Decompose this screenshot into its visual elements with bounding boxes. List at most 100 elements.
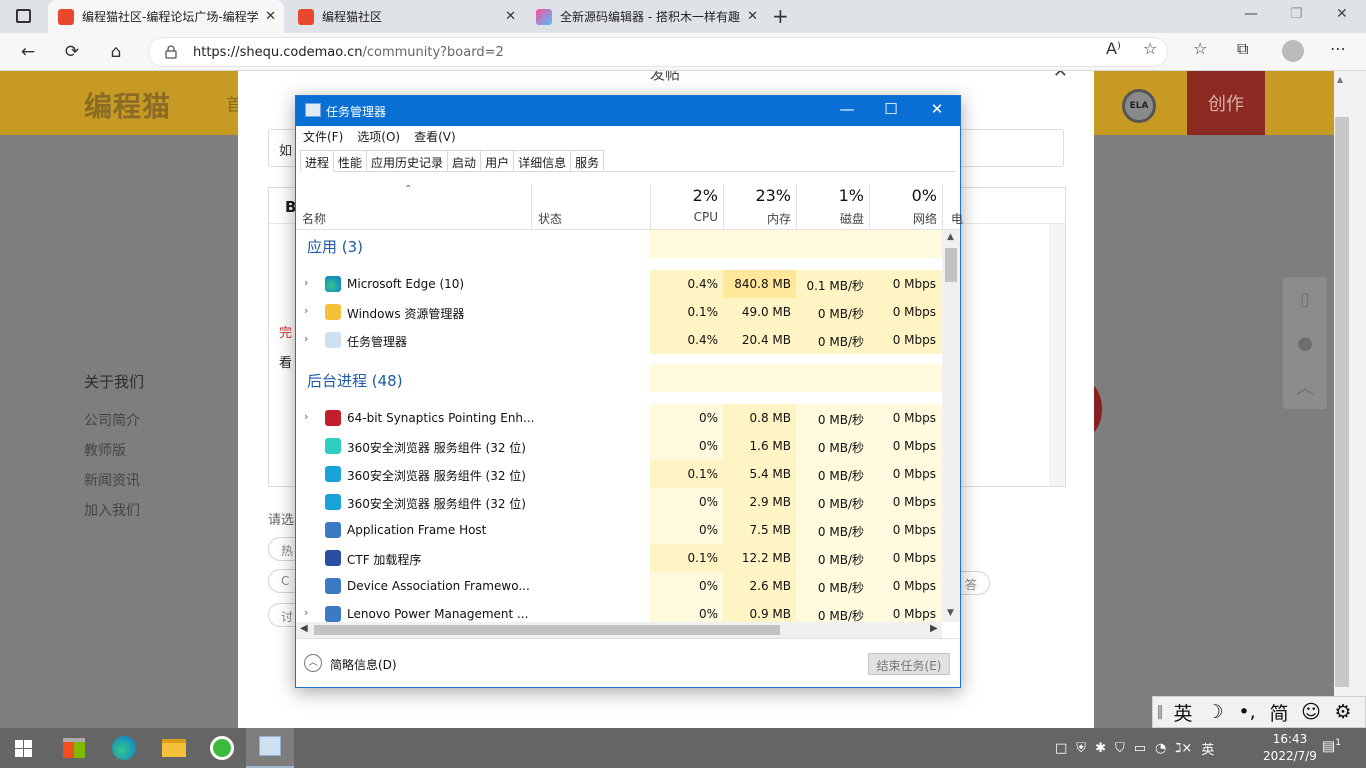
- read-aloud-icon[interactable]: A⁾: [1106, 39, 1121, 58]
- task-manager-titlebar[interactable]: 任务管理器 — ☐ ✕: [296, 96, 960, 126]
- close-window-icon[interactable]: ✕: [922, 100, 952, 118]
- phone-icon[interactable]: ▯: [1283, 277, 1327, 321]
- tab-processes[interactable]: 进程: [300, 150, 335, 172]
- process-row[interactable]: 360安全浏览器 服务组件 (32 位) 0% 2.9 MB 0 MB/秒 0 Mbps: [296, 488, 942, 516]
- page-scrollbar-thumb[interactable]: [1335, 117, 1349, 687]
- restore-icon[interactable]: ❐: [1290, 6, 1303, 22]
- expand-chevron-icon[interactable]: ›: [304, 276, 308, 289]
- ime-emoji-icon[interactable]: ☺: [1295, 701, 1327, 723]
- process-row[interactable]: › Windows 资源管理器 0.1% 49.0 MB 0 MB/秒 0 Mbps: [296, 298, 942, 326]
- minimize-icon[interactable]: —: [832, 100, 862, 118]
- fewer-details-icon[interactable]: ︿: [304, 654, 322, 672]
- tab-users[interactable]: 用户: [480, 150, 515, 171]
- ime-language-toggle[interactable]: 英: [1167, 699, 1199, 726]
- tab-actions-icon[interactable]: [16, 9, 31, 23]
- fewer-details-link[interactable]: 简略信息(D): [330, 656, 397, 673]
- process-list-vscrollbar[interactable]: ▲ ▼: [942, 230, 960, 622]
- process-row[interactable]: › 任务管理器 0.4% 20.4 MB 0 MB/秒 0 Mbps: [296, 326, 942, 354]
- tab-source-editor[interactable]: 全新源码编辑器 - 搭积木一样有趣 ✕: [526, 0, 766, 33]
- taskbar-clock[interactable]: 16:43 2022/7/9: [1260, 731, 1320, 765]
- process-row[interactable]: Application Frame Host 0% 7.5 MB 0 MB/秒 0 Mb…: [296, 516, 942, 544]
- notification-bell-icon[interactable]: ●: [1283, 321, 1327, 365]
- process-row[interactable]: › 64-bit Synaptics Pointing Enh... 0% 0.8 M…: [296, 404, 942, 432]
- column-status[interactable]: 状态: [531, 184, 651, 230]
- favorites-icon[interactable]: ☆: [1193, 39, 1207, 58]
- ime-punctuation-icon[interactable]: •,: [1231, 701, 1263, 723]
- page-scrollbar[interactable]: ▲: [1334, 71, 1366, 728]
- scroll-up-icon[interactable]: ▲: [1337, 75, 1343, 84]
- input-language-indicator[interactable]: 英: [1201, 739, 1214, 758]
- bluetooth-icon[interactable]: ✱: [1095, 741, 1106, 756]
- battery-icon[interactable]: ▭: [1134, 741, 1146, 756]
- volume-icon[interactable]: ℷ×: [1175, 741, 1192, 756]
- tray-icon[interactable]: □: [1055, 741, 1067, 756]
- ime-moon-icon[interactable]: ☽: [1199, 701, 1231, 723]
- menu-view[interactable]: 查看(V): [407, 126, 463, 146]
- file-explorer-icon[interactable]: [160, 734, 188, 762]
- ime-settings-icon[interactable]: ⚙: [1327, 701, 1359, 723]
- home-icon[interactable]: ⌂: [105, 41, 127, 63]
- expand-chevron-icon[interactable]: ›: [304, 606, 308, 619]
- wifi-icon[interactable]: ◔: [1155, 741, 1166, 756]
- tab-codemao-community[interactable]: 编程猫社区 ✕: [288, 0, 524, 33]
- url-text[interactable]: https://shequ.codemao.cn/community?board…: [193, 45, 504, 60]
- back-to-top-icon[interactable]: ︿: [1283, 365, 1327, 409]
- defender-icon[interactable]: ⛨: [1076, 741, 1086, 756]
- scroll-right-icon[interactable]: ▶: [930, 623, 938, 634]
- ela-badge-icon[interactable]: ELA: [1122, 89, 1156, 123]
- create-button[interactable]: 创作: [1187, 71, 1265, 135]
- tab-services[interactable]: 服务: [570, 150, 605, 171]
- column-name[interactable]: ⌃ 名称: [296, 184, 532, 230]
- column-power[interactable]: 电: [942, 184, 963, 230]
- edge-taskbar-icon[interactable]: [110, 734, 138, 762]
- end-task-button[interactable]: 结束任务(E): [868, 653, 950, 675]
- profile-icon[interactable]: [1282, 40, 1304, 62]
- refresh-icon[interactable]: ⟳: [61, 41, 83, 63]
- footer-link[interactable]: 教师版: [84, 442, 144, 460]
- column-network[interactable]: 0% 网络: [869, 184, 943, 230]
- expand-chevron-icon[interactable]: ›: [304, 332, 308, 345]
- footer-link[interactable]: 新闻资讯: [84, 472, 144, 490]
- notification-center-icon[interactable]: ▤1: [1322, 738, 1341, 755]
- tab-codemao-forum[interactable]: 编程猫社区-编程论坛广场-编程学 ✕: [48, 0, 284, 33]
- maximize-icon[interactable]: ☐: [876, 100, 906, 118]
- expand-chevron-icon[interactable]: ›: [304, 304, 308, 317]
- scroll-down-icon[interactable]: ▼: [947, 608, 954, 618]
- hscroll-thumb[interactable]: [314, 625, 780, 635]
- scroll-left-icon[interactable]: ◀: [300, 623, 308, 634]
- close-tab-icon[interactable]: ✕: [747, 9, 758, 24]
- process-row[interactable]: Device Association Framewo... 0% 2.6 MB 0 M…: [296, 572, 942, 600]
- start-button-icon[interactable]: [15, 740, 32, 757]
- process-row[interactable]: CTF 加载程序 0.1% 12.2 MB 0 MB/秒 0 Mbps: [296, 544, 942, 572]
- ime-simplified-toggle[interactable]: 简: [1263, 699, 1295, 726]
- collections-icon[interactable]: ⧉: [1237, 39, 1248, 59]
- close-tab-icon[interactable]: ✕: [505, 9, 516, 24]
- new-tab-button[interactable]: +: [772, 4, 789, 28]
- footer-link[interactable]: 加入我们: [84, 502, 144, 520]
- process-row[interactable]: 360安全浏览器 服务组件 (32 位) 0.1% 5.4 MB 0 MB/秒 0 Mb…: [296, 460, 942, 488]
- vscroll-thumb[interactable]: [945, 248, 957, 282]
- more-icon[interactable]: ⋯: [1330, 39, 1346, 58]
- site-logo[interactable]: 编程猫: [84, 85, 171, 125]
- address-bar[interactable]: https://shequ.codemao.cn/community?board…: [148, 37, 1168, 67]
- process-list-hscrollbar[interactable]: ◀ ▶: [296, 622, 942, 638]
- close-dialog-icon[interactable]: ✕: [1053, 71, 1068, 82]
- task-manager-taskbar-button[interactable]: [246, 728, 294, 768]
- column-memory[interactable]: 23% 内存: [723, 184, 797, 230]
- process-row[interactable]: › Microsoft Edge (10) 0.4% 840.8 MB 0.1 MB/秒…: [296, 270, 942, 298]
- column-cpu[interactable]: 2% CPU: [650, 184, 724, 230]
- security-shield-icon[interactable]: ⛉: [1115, 741, 1125, 756]
- minimize-icon[interactable]: —: [1244, 6, 1258, 22]
- column-disk[interactable]: 1% 磁盘: [796, 184, 870, 230]
- 360-browser-taskbar-icon[interactable]: [208, 734, 236, 762]
- footer-link[interactable]: 公司简介: [84, 412, 144, 430]
- scroll-up-icon[interactable]: ▲: [947, 232, 954, 242]
- microsoft-store-icon[interactable]: [60, 734, 88, 762]
- close-window-icon[interactable]: ✕: [1336, 6, 1348, 22]
- process-row[interactable]: 360安全浏览器 服务组件 (32 位) 0% 1.6 MB 0 MB/秒 0 Mbps: [296, 432, 942, 460]
- tab-performance[interactable]: 性能: [333, 150, 368, 171]
- tab-startup[interactable]: 启动: [447, 150, 482, 171]
- menu-options[interactable]: 选项(O): [350, 126, 407, 146]
- add-favorite-icon[interactable]: ☆: [1143, 39, 1157, 58]
- menu-file[interactable]: 文件(F): [296, 126, 350, 146]
